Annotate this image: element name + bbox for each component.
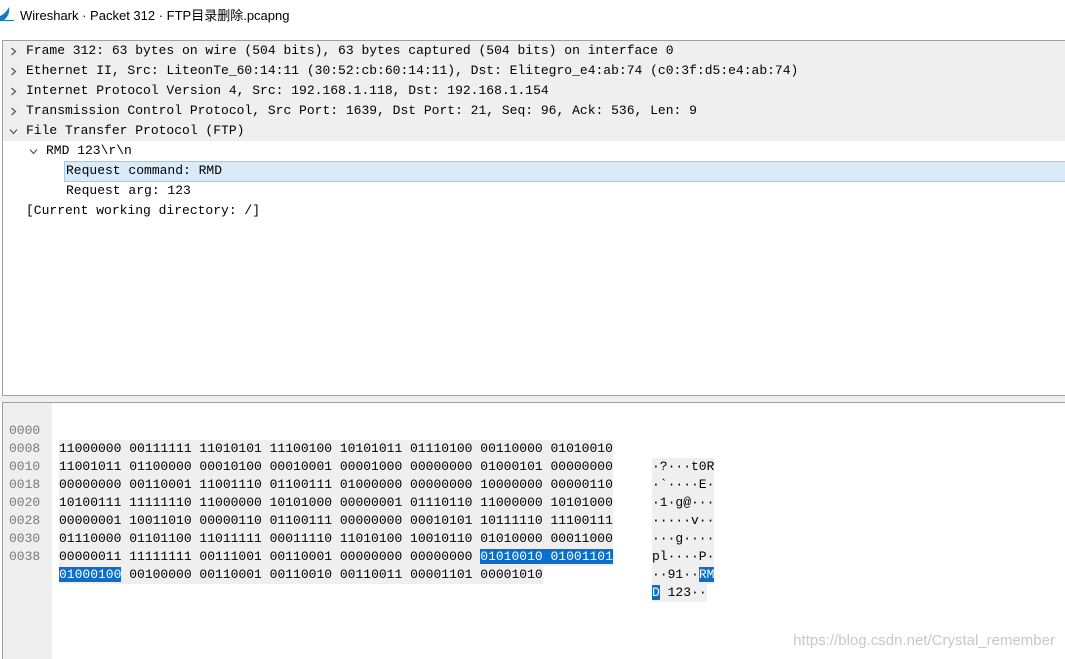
- byte-bits-highlight: 01000100: [59, 567, 122, 582]
- tree-row-tcp[interactable]: Transmission Control Protocol, Src Port:…: [3, 101, 1065, 121]
- byte-bits[interactable]: 01110000 01101100 11011111 00011110 1101…: [59, 530, 613, 548]
- byte-ascii[interactable]: ·`····E·: [652, 476, 715, 494]
- byte-ascii[interactable]: ·····v··: [652, 512, 715, 530]
- byte-ascii-plain: ··91··: [652, 567, 699, 582]
- tree-row-label: Transmission Control Protocol, Src Port:…: [26, 103, 697, 118]
- byte-offset: 0038: [9, 549, 41, 564]
- byte-ascii[interactable]: pl····P·: [652, 548, 715, 566]
- byte-ascii[interactable]: ···g····: [652, 530, 715, 548]
- tree-row-label: Frame 312: 63 bytes on wire (504 bits), …: [26, 43, 674, 58]
- bytes-row[interactable]: 0028 01110000 01101100 11011111 00011110…: [3, 494, 715, 566]
- bytes-row[interactable]: 0000 11000000 00111111 11010101 11100100…: [3, 404, 715, 476]
- title-bar: Wireshark · Packet 312 · FTP目录删除.pcapng: [0, 0, 1065, 28]
- chevron-right-icon[interactable]: [7, 101, 19, 121]
- bytes-row[interactable]: 0008 11001011 01100000 00010100 00010001…: [3, 422, 715, 494]
- byte-ascii-plain: 123··: [659, 585, 707, 600]
- tree-row-label: File Transfer Protocol (FTP): [26, 123, 245, 138]
- byte-bits[interactable]: 10100111 11111110 11000000 10101000 0000…: [59, 494, 613, 512]
- watermark: https://blog.csdn.net/Crystal_remember: [793, 632, 1055, 649]
- chevron-right-icon[interactable]: [7, 81, 19, 101]
- chevron-down-icon[interactable]: [27, 141, 39, 161]
- bytes-row[interactable]: 0018 10100111 11111110 11000000 10101000…: [3, 458, 715, 530]
- packet-details-pane[interactable]: Frame 312: 63 bytes on wire (504 bits), …: [2, 40, 1065, 396]
- chevron-down-icon[interactable]: [7, 121, 19, 141]
- tree-row-label: RMD 123\r\n: [46, 143, 132, 158]
- tree-row-label: Request arg: 123: [66, 183, 191, 198]
- byte-bits[interactable]: 11000000 00111111 11010101 11100100 1010…: [59, 440, 613, 458]
- byte-ascii[interactable]: ·1·g@···: [652, 494, 715, 512]
- packet-bytes-pane[interactable]: 0000 11000000 00111111 11010101 11100100…: [2, 402, 1065, 659]
- chevron-right-icon[interactable]: [7, 41, 19, 61]
- bytes-row[interactable]: 0030 00000011 11111111 00111001 00110001…: [3, 512, 715, 584]
- tree-row-label: Request command: RMD: [66, 163, 223, 178]
- byte-ascii[interactable]: D 123··: [652, 584, 707, 602]
- tree-row-label: Ethernet II, Src: LiteonTe_60:14:11 (30:…: [26, 63, 799, 78]
- tree-row-request-command[interactable]: Request command: RMD: [3, 161, 1065, 182]
- byte-ascii-highlight: RM: [698, 567, 715, 582]
- tree-row-request-arg[interactable]: Request arg: 123: [3, 181, 1065, 201]
- tree-row-ethernet[interactable]: Ethernet II, Src: LiteonTe_60:14:11 (30:…: [3, 61, 1065, 81]
- tree-row-ipv4[interactable]: Internet Protocol Version 4, Src: 192.16…: [3, 81, 1065, 101]
- byte-bits[interactable]: 00000011 11111111 00111001 00110001 0000…: [59, 548, 613, 566]
- bytes-row[interactable]: 0010 00000000 00110001 11001110 01100111…: [3, 440, 715, 512]
- wireshark-packet-window: Wireshark · Packet 312 · FTP目录删除.pcapng …: [0, 0, 1065, 659]
- byte-ascii-highlight: D: [652, 585, 660, 600]
- byte-ascii[interactable]: ··91··RM: [652, 566, 715, 584]
- byte-bits-plain: 00100000 00110001 00110010 00110011 0000…: [121, 567, 543, 582]
- byte-bits[interactable]: 01000100 00100000 00110001 00110010 0011…: [59, 566, 543, 584]
- byte-bits-highlight: 01010010 01001101: [480, 549, 613, 564]
- window-title: Wireshark · Packet 312 · FTP目录删除.pcapng: [20, 7, 290, 23]
- tree-row-rmd[interactable]: RMD 123\r\n: [3, 141, 1065, 161]
- tree-row-label: [Current working directory: /]: [26, 203, 261, 218]
- byte-bits[interactable]: 00000000 00110001 11001110 01100111 0100…: [59, 476, 613, 494]
- byte-bits[interactable]: 11001011 01100000 00010100 00010001 0000…: [59, 458, 613, 476]
- tree-row-cwd[interactable]: [Current working directory: /]: [3, 201, 1065, 221]
- bytes-row[interactable]: 0038 01000100 00100000 00110001 00110010…: [3, 530, 707, 602]
- byte-bits[interactable]: 00000001 10011010 00000110 01100111 0000…: [59, 512, 613, 530]
- byte-bits-plain: 00000011 11111111 00111001 00110001 0000…: [59, 549, 481, 564]
- byte-ascii[interactable]: ·?···t0R: [652, 458, 715, 476]
- chevron-right-icon[interactable]: [7, 61, 19, 81]
- tree-row-label: Internet Protocol Version 4, Src: 192.16…: [26, 83, 549, 98]
- wireshark-fin-icon: [0, 7, 14, 21]
- tree-row-ftp[interactable]: File Transfer Protocol (FTP): [3, 121, 1065, 141]
- tree-row-frame[interactable]: Frame 312: 63 bytes on wire (504 bits), …: [3, 41, 1065, 61]
- bytes-row[interactable]: 0020 00000001 10011010 00000110 01100111…: [3, 476, 715, 548]
